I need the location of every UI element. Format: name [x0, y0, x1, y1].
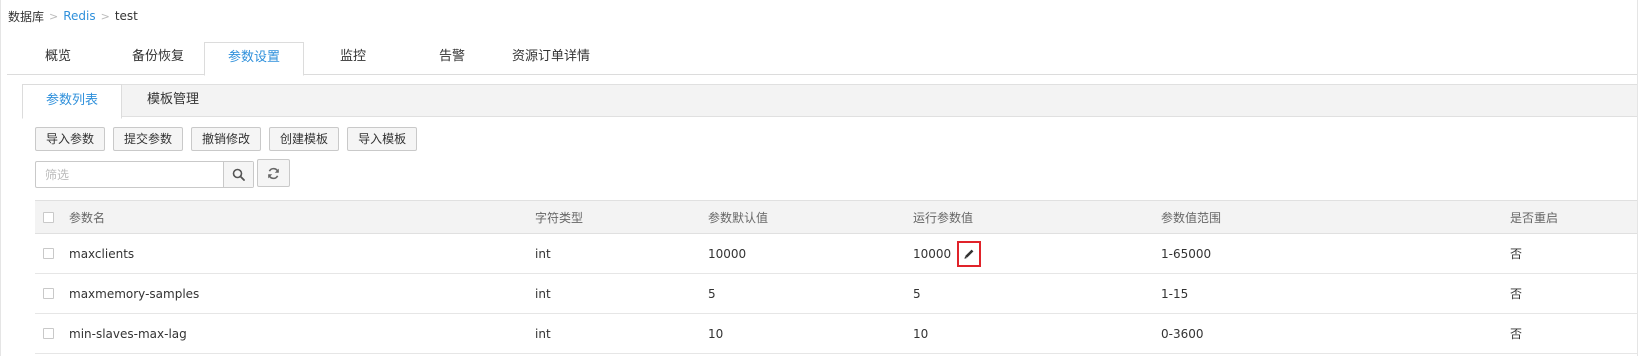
table-row: maxmemory-samples int 5 5 1-15 否: [35, 274, 1637, 314]
param-type: int: [535, 326, 551, 341]
param-default: 5: [708, 286, 716, 301]
subtab-parameter-list[interactable]: 参数列表: [22, 84, 122, 119]
tab-alerts[interactable]: 告警: [407, 42, 497, 75]
search-icon: [232, 168, 245, 181]
refresh-button[interactable]: [257, 159, 290, 187]
column-header-default: 参数默认值: [708, 210, 769, 225]
row-checkbox[interactable]: [43, 288, 54, 299]
filter-box: [35, 161, 254, 188]
refresh-icon: [268, 167, 279, 179]
table-row: min-slaves-max-lag int 10 10 0-3600 否: [35, 314, 1637, 354]
edit-value-button[interactable]: [957, 240, 982, 267]
parameter-table: 参数名 字符类型 参数默认值 运行参数值 参数值范围 是否重启 maxclien…: [35, 200, 1637, 354]
tab-overview[interactable]: 概览: [15, 42, 101, 75]
param-default: 10: [708, 326, 724, 341]
param-running-value: 5: [913, 286, 921, 301]
import-params-button[interactable]: 导入参数: [35, 127, 106, 151]
param-type: int: [535, 246, 551, 261]
breadcrumb-instance: test: [114, 9, 138, 23]
create-template-button[interactable]: 创建模板: [269, 127, 340, 151]
sub-tab-bar: 参数列表 模板管理: [22, 84, 1637, 119]
filter-input[interactable]: [36, 162, 223, 187]
param-range: 1-15: [1161, 286, 1189, 301]
table-row: maxclients int 10000 10000 1-65000 否: [35, 234, 1637, 274]
param-running-cell: 10000: [913, 234, 982, 273]
param-running-value: 10000: [913, 246, 952, 261]
row-checkbox[interactable]: [43, 248, 54, 259]
submit-params-button[interactable]: 提交参数: [113, 127, 184, 151]
column-header-running-value: 运行参数值: [913, 210, 974, 225]
undo-changes-button[interactable]: 撤销修改: [191, 127, 262, 151]
column-header-restart: 是否重启: [1510, 210, 1559, 225]
breadcrumb-separator: >: [100, 9, 110, 23]
pencil-icon: [964, 249, 974, 259]
param-range: 0-3600: [1161, 326, 1204, 341]
breadcrumb-root[interactable]: 数据库: [8, 8, 44, 25]
tab-monitoring[interactable]: 监控: [307, 42, 399, 75]
select-all-checkbox[interactable]: [43, 211, 54, 223]
breadcrumb-separator: >: [49, 9, 59, 23]
param-default: 10000: [708, 246, 747, 261]
param-restart: 否: [1510, 287, 1523, 301]
column-header-type: 字符类型: [535, 210, 584, 225]
param-range: 1-65000: [1161, 246, 1212, 261]
app-frame: 数据库 > Redis > test 概览 备份恢复 参数设置 监控 告警 资源…: [0, 0, 1638, 356]
tab-parameter-settings[interactable]: 参数设置: [204, 42, 304, 76]
column-header-name: 参数名: [69, 210, 106, 225]
import-template-button[interactable]: 导入模板: [347, 127, 418, 151]
row-checkbox[interactable]: [43, 328, 54, 339]
param-name: min-slaves-max-lag: [69, 326, 187, 341]
main-tab-bar: 概览 备份恢复 参数设置 监控 告警 资源订单详情: [7, 42, 1637, 76]
tab-backup-restore[interactable]: 备份恢复: [111, 42, 205, 75]
param-running-value: 10: [913, 326, 929, 341]
table-header-row: 参数名 字符类型 参数默认值 运行参数值 参数值范围 是否重启: [35, 201, 1637, 234]
param-name: maxmemory-samples: [69, 286, 200, 301]
action-toolbar: 导入参数 提交参数 撤销修改 创建模板 导入模板: [35, 127, 418, 151]
search-button[interactable]: [223, 162, 253, 187]
column-header-range: 参数值范围: [1161, 210, 1222, 225]
subtab-template-management[interactable]: 模板管理: [124, 84, 222, 118]
param-name: maxclients: [69, 246, 135, 261]
param-type: int: [535, 286, 551, 301]
param-restart: 否: [1510, 247, 1523, 261]
tab-resource-order-details[interactable]: 资源订单详情: [505, 42, 597, 75]
breadcrumb: 数据库 > Redis > test: [8, 8, 138, 24]
param-restart: 否: [1510, 327, 1523, 341]
breadcrumb-service[interactable]: Redis: [63, 9, 95, 23]
